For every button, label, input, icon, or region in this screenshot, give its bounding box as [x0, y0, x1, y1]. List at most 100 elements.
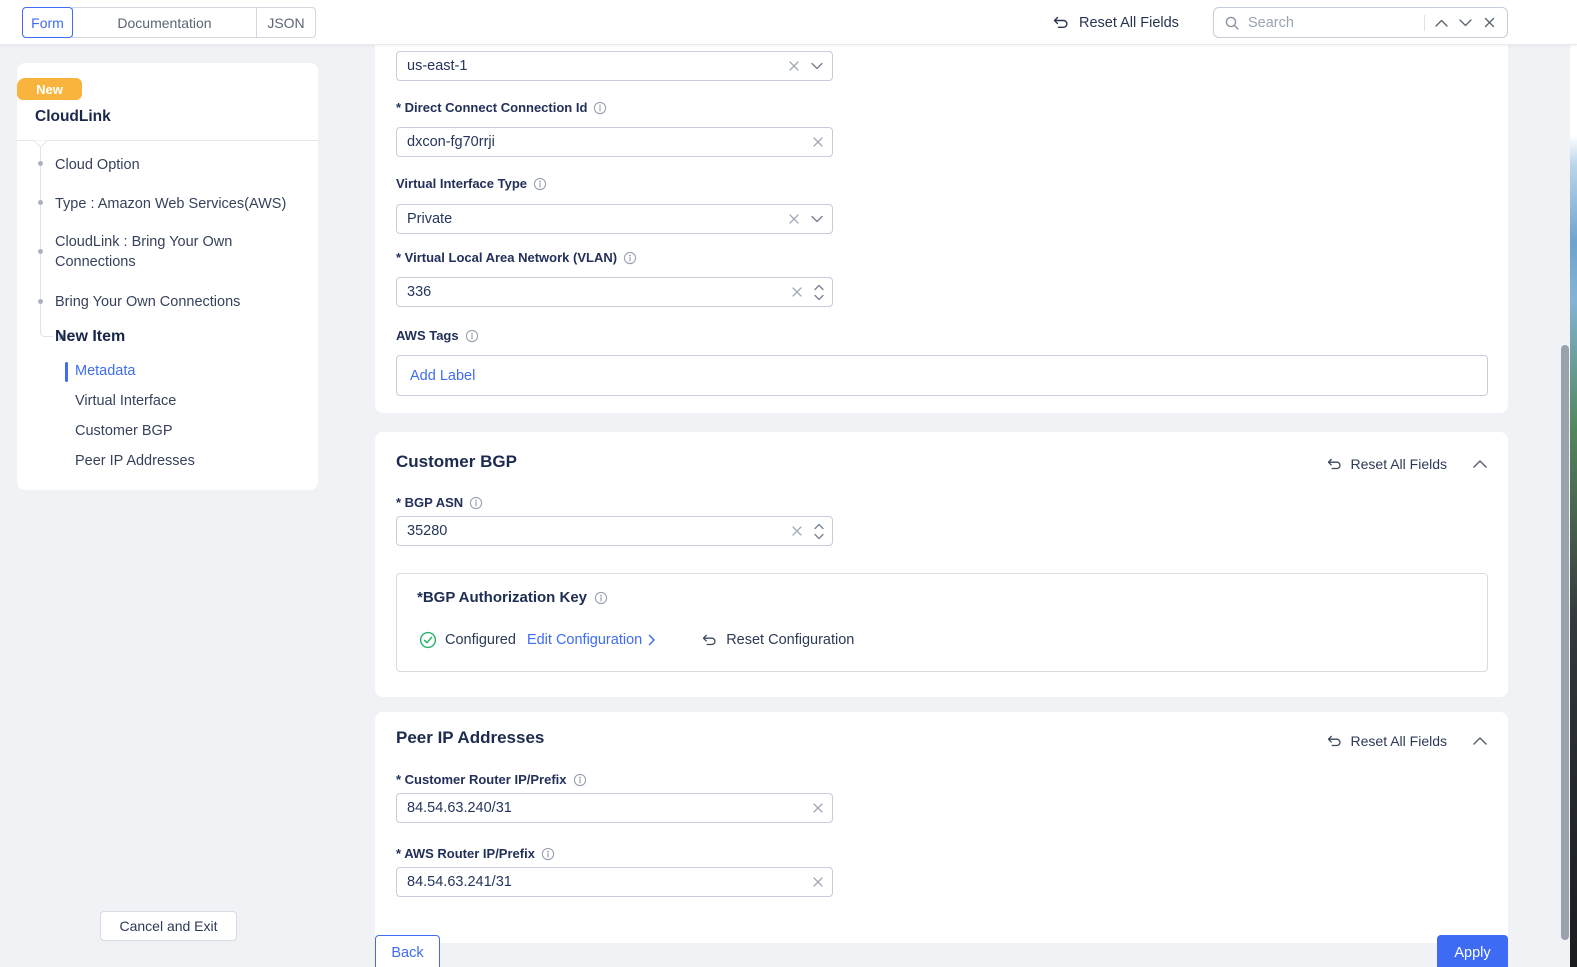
aws-tags-label: AWS Tags	[396, 328, 479, 343]
info-icon[interactable]	[593, 101, 607, 115]
number-stepper-icon[interactable]	[808, 278, 832, 306]
bgp-auth-key-label: *BGP Authorization Key	[417, 589, 608, 606]
sidebar-item-new-item[interactable]: New Item	[55, 327, 125, 347]
search-input[interactable]	[1248, 15, 1420, 31]
sidebar-item-metadata[interactable]: Metadata	[75, 363, 135, 379]
info-icon[interactable]	[594, 591, 608, 605]
back-button[interactable]: Back	[375, 935, 440, 967]
search-prev-icon[interactable]	[1429, 10, 1453, 36]
customer-router-input[interactable]	[397, 800, 807, 816]
sidebar-item-cloudlink-byoc[interactable]: CloudLink : Bring Your Own Connections	[55, 232, 265, 272]
clear-icon[interactable]	[807, 794, 832, 822]
region-select[interactable]	[396, 51, 833, 81]
tree-dot	[38, 161, 43, 166]
search-close-icon[interactable]	[1477, 10, 1501, 36]
active-item-indicator	[65, 362, 68, 382]
undo-icon	[701, 634, 718, 647]
search-box	[1213, 7, 1508, 38]
aws-router-field[interactable]	[396, 867, 833, 897]
reset-all-fields-label: Reset All Fields	[1351, 733, 1447, 749]
new-badge: New	[17, 78, 82, 100]
peer-ip-section: Peer IP Addresses Reset All Fields * Cus…	[375, 712, 1508, 943]
reset-configuration-link[interactable]: Reset Configuration	[726, 632, 854, 648]
chevron-down-icon[interactable]	[805, 205, 832, 233]
collapse-section-icon[interactable]	[1473, 460, 1487, 468]
reset-all-fields-top[interactable]: Reset All Fields	[1052, 0, 1179, 45]
info-icon[interactable]	[573, 773, 587, 787]
connection-id-field[interactable]	[396, 127, 833, 157]
customer-router-label-text: * Customer Router IP/Prefix	[396, 772, 567, 787]
info-icon[interactable]	[533, 177, 547, 191]
chevron-right-icon[interactable]	[648, 634, 656, 646]
tab-json[interactable]: JSON	[256, 7, 316, 38]
undo-icon	[1052, 16, 1070, 30]
connection-id-input[interactable]	[397, 134, 807, 150]
scrollbar-thumb[interactable]	[1561, 345, 1569, 940]
desktop-edge-sliver	[1570, 0, 1577, 967]
customer-router-field[interactable]	[396, 793, 833, 823]
sidebar-item-virtual-interface[interactable]: Virtual Interface	[75, 393, 176, 409]
customer-bgp-section: Customer BGP Reset All Fields * BGP ASN …	[375, 432, 1508, 697]
clear-icon[interactable]	[783, 52, 805, 80]
sidebar-item-customer-bgp[interactable]: Customer BGP	[75, 423, 173, 439]
aws-router-label-text: * AWS Router IP/Prefix	[396, 846, 535, 861]
sidebar-item-cloud-option[interactable]: Cloud Option	[55, 155, 140, 175]
tab-form[interactable]: Form	[22, 7, 73, 38]
customer-bgp-title: Customer BGP	[396, 452, 517, 472]
connection-id-label: * Direct Connect Connection Id	[396, 100, 607, 115]
info-icon[interactable]	[465, 329, 479, 343]
number-stepper-icon[interactable]	[808, 517, 832, 545]
top-bar: Form Documentation JSON Reset All Fields	[0, 0, 1577, 45]
vif-type-value[interactable]	[397, 211, 783, 227]
apply-button[interactable]: Apply	[1437, 935, 1508, 967]
tab-documentation[interactable]: Documentation	[72, 7, 257, 38]
reset-all-fields-label: Reset All Fields	[1079, 15, 1179, 31]
reset-all-fields-customer-bgp[interactable]: Reset All Fields	[1326, 456, 1447, 472]
info-icon[interactable]	[469, 496, 483, 510]
bgp-asn-label: * BGP ASN	[396, 495, 483, 510]
virtual-interface-section: * Direct Connect Connection Id Virtual I…	[375, 45, 1508, 413]
sidebar-item-peer-ip-addresses[interactable]: Peer IP Addresses	[75, 453, 195, 469]
view-tabs: Form Documentation JSON	[22, 7, 316, 38]
undo-icon	[1326, 735, 1343, 748]
chevron-down-icon[interactable]	[805, 52, 832, 80]
clear-icon[interactable]	[786, 278, 808, 306]
edit-configuration-link[interactable]: Edit Configuration	[527, 632, 642, 648]
search-icon	[1224, 15, 1240, 31]
tree-line	[40, 147, 41, 334]
search-divider	[1424, 15, 1425, 31]
connection-id-label-text: * Direct Connect Connection Id	[396, 100, 587, 115]
reset-all-fields-peer-ip[interactable]: Reset All Fields	[1326, 733, 1447, 749]
clear-icon[interactable]	[807, 128, 832, 156]
bgp-auth-key-status-row: Configured Edit Configuration Reset Conf…	[419, 631, 854, 649]
cancel-and-exit-button[interactable]: Cancel and Exit	[100, 911, 237, 941]
clear-icon[interactable]	[783, 205, 805, 233]
configured-check-icon	[419, 631, 437, 649]
vif-type-label: Virtual Interface Type	[396, 176, 547, 191]
aws-router-label: * AWS Router IP/Prefix	[396, 846, 555, 861]
info-icon[interactable]	[541, 847, 555, 861]
bgp-auth-key-box: *BGP Authorization Key Configured Edit C…	[396, 573, 1488, 672]
sidebar-item-type[interactable]: Type : Amazon Web Services(AWS)	[55, 194, 286, 214]
bgp-asn-input[interactable]	[397, 523, 786, 539]
clear-icon[interactable]	[807, 868, 832, 896]
aws-tags-box[interactable]: Add Label	[396, 355, 1488, 396]
aws-router-input[interactable]	[397, 874, 807, 890]
bgp-asn-label-text: * BGP ASN	[396, 495, 463, 510]
vlan-input[interactable]	[397, 284, 786, 300]
sidebar-item-byoc[interactable]: Bring Your Own Connections	[55, 292, 240, 312]
tree-dot	[38, 249, 43, 254]
reset-all-fields-label: Reset All Fields	[1351, 456, 1447, 472]
info-icon[interactable]	[623, 251, 637, 265]
vlan-field[interactable]	[396, 277, 833, 307]
vif-type-select[interactable]	[396, 204, 833, 234]
wizard-sidebar: New CloudLink Cloud Option Type : Amazon…	[17, 63, 318, 490]
collapse-section-icon[interactable]	[1473, 737, 1487, 745]
tree-dot	[38, 299, 43, 304]
search-next-icon[interactable]	[1453, 10, 1477, 36]
bgp-asn-field[interactable]	[396, 516, 833, 546]
add-label-link[interactable]: Add Label	[410, 368, 475, 384]
clear-icon[interactable]	[786, 517, 808, 545]
region-select-value[interactable]	[397, 58, 783, 74]
customer-router-label: * Customer Router IP/Prefix	[396, 772, 587, 787]
